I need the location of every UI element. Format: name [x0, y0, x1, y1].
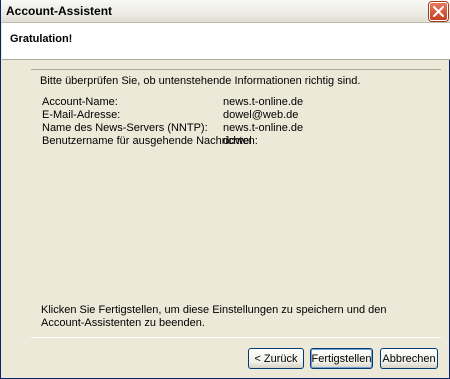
account-assistant-window: Account-Assistent Gratulation! Bitte übe… [0, 0, 450, 379]
account-name-value: news.t-online.de [223, 96, 304, 108]
email-value: dowel@web.de [223, 109, 299, 121]
news-server-label: Name des News-Servers (NNTP): [42, 122, 208, 134]
header-panel: Gratulation! [2, 23, 450, 60]
account-name-label: Account-Name: [42, 96, 118, 108]
close-button[interactable] [429, 2, 448, 21]
username-value: dowel [223, 135, 252, 147]
page-title: Gratulation! [10, 33, 73, 45]
back-button[interactable]: < Zurück [248, 348, 304, 369]
window-title: Account-Assistent [6, 4, 113, 18]
news-server-value: news.t-online.de [223, 122, 304, 134]
email-label: E-Mail-Adresse: [42, 109, 121, 121]
instructions-text: Bitte überprüfen Sie, ob untenstehende I… [40, 75, 361, 87]
close-icon [433, 6, 444, 17]
title-bar[interactable]: Account-Assistent [1, 0, 450, 23]
finish-button[interactable]: Fertigstellen [310, 348, 373, 369]
footer-instructions: Klicken Sie Fertigstellen, um diese Eins… [41, 304, 387, 329]
cancel-button[interactable]: Abbrechen [380, 348, 438, 369]
